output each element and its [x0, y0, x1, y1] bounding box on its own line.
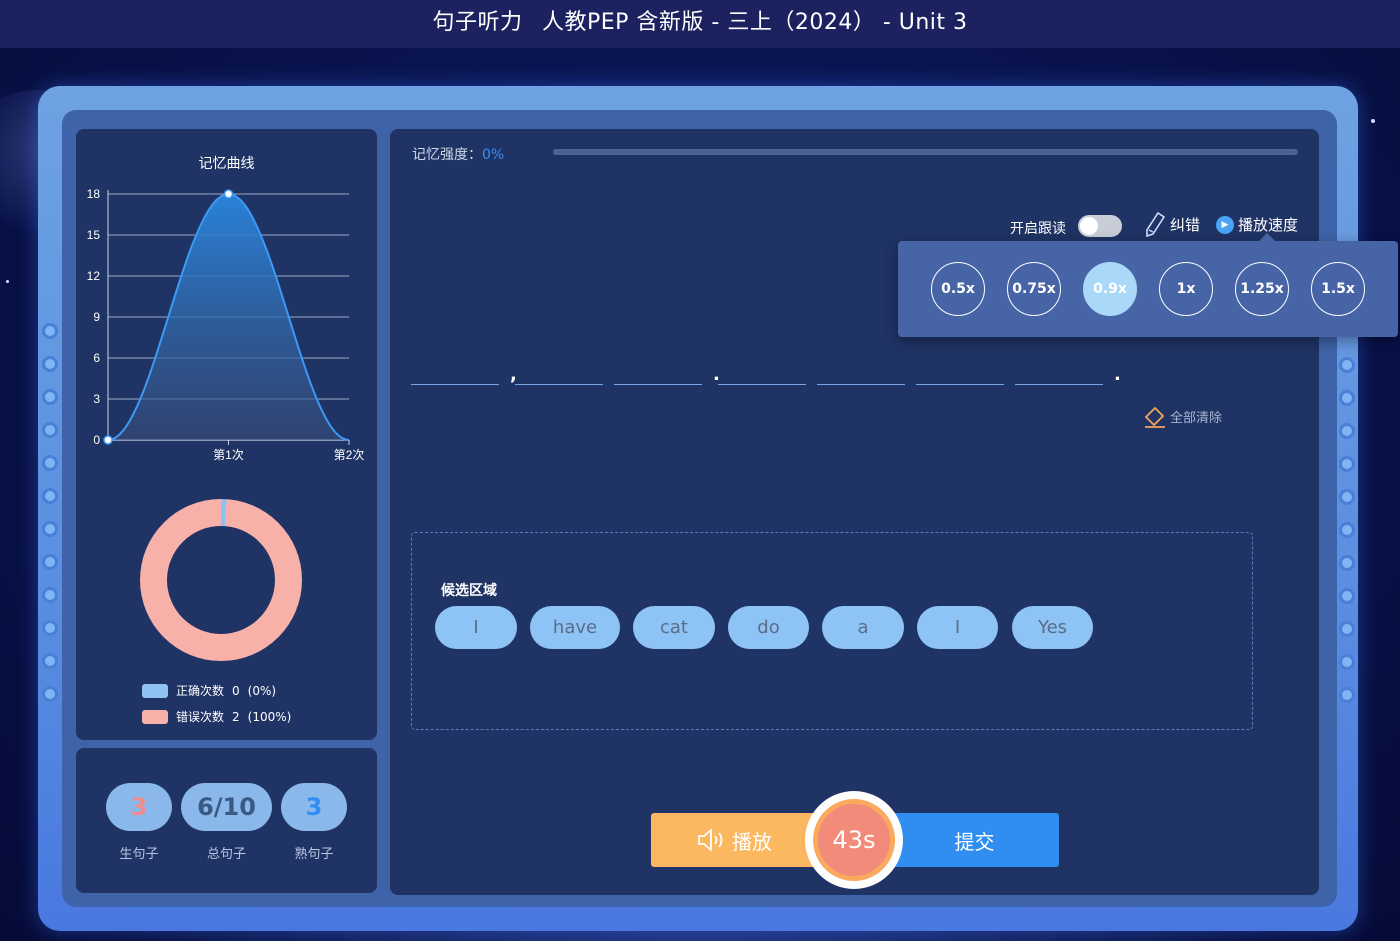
legend-wrong: 错误次数 2 (100%) [142, 708, 291, 725]
y-tick-label: 18 [87, 187, 101, 201]
data-point [103, 435, 113, 445]
new-sentence-label: 生句子 [119, 847, 159, 862]
y-tick-label: 9 [93, 310, 100, 324]
clear-all-button[interactable]: 全部清除 [1143, 403, 1222, 429]
memory-strength-label: 记忆强度： [412, 147, 482, 163]
word-blank[interactable] [614, 384, 702, 385]
star-decoration [1371, 119, 1375, 123]
countdown-timer: 43s [813, 799, 895, 881]
follow-read-label: 开启跟读 [1010, 221, 1066, 237]
word-blank[interactable] [411, 384, 499, 385]
candidate-word-chip[interactable]: I [435, 606, 517, 649]
toggle-knob [1080, 217, 1098, 235]
play-speed-icon: ▶ [1216, 215, 1234, 234]
correction-label: 纠错 [1170, 215, 1201, 234]
eraser-icon [1144, 406, 1165, 428]
y-tick-label: 12 [87, 269, 101, 283]
speaker-icon [698, 829, 723, 851]
total-sentence-count: 6/10 [181, 783, 272, 831]
candidate-word-chip[interactable]: cat [633, 606, 715, 649]
unit-subtitle: 人教PEP 含新版 - 三上（2024） - Unit 3 [541, 10, 968, 35]
memory-curve-chart: 18 15 12 9 6 3 0 第1次 第2次 [87, 187, 365, 462]
word-blank[interactable] [817, 384, 905, 385]
word-blank[interactable] [916, 384, 1004, 385]
correct-swatch [142, 683, 168, 698]
correction-button[interactable]: 纠错 [1143, 210, 1200, 238]
play-label: 播放 [732, 829, 772, 854]
word-blank[interactable] [718, 384, 806, 385]
new-sentence-count: 3 [106, 783, 172, 831]
speed-option[interactable]: 0.5x [931, 262, 985, 316]
play-button[interactable]: 播放 [651, 813, 821, 867]
wrong-percent: (100%) [247, 709, 292, 724]
known-sentence-label: 熟句子 [294, 847, 334, 862]
speed-option[interactable]: 0.75x [1007, 262, 1061, 316]
candidate-area-title: 候选区域 [441, 583, 497, 599]
y-tick-label: 0 [93, 433, 100, 447]
y-tick-label: 6 [93, 351, 100, 365]
submit-button[interactable]: 提交 [890, 813, 1059, 867]
candidate-word-chip[interactable]: have [530, 606, 620, 649]
memory-strength: 记忆强度：0% [412, 144, 504, 164]
known-sentence-count: 3 [281, 783, 347, 831]
word-blank[interactable] [1015, 384, 1103, 385]
speed-option[interactable]: 1.25x [1235, 262, 1289, 316]
pencil-icon [1146, 211, 1166, 238]
punctuation: , [510, 364, 517, 385]
speed-option[interactable]: 1.5x [1311, 262, 1365, 316]
accuracy-donut-chart [140, 499, 302, 661]
punctuation: . [713, 364, 720, 385]
speed-option[interactable]: 0.9x [1083, 262, 1137, 316]
punctuation: . [1114, 364, 1121, 385]
x-tick-label: 第1次 [213, 448, 244, 462]
speed-option[interactable]: 1x [1159, 262, 1213, 316]
correct-percent: (0%) [247, 683, 277, 698]
wrong-count: 2 [232, 709, 240, 724]
candidate-word-chip[interactable]: a [822, 606, 904, 649]
wrong-swatch [142, 709, 168, 724]
y-tick-label: 15 [87, 228, 101, 242]
correct-label: 正确次数 [176, 684, 225, 698]
candidate-word-chip[interactable]: Yes [1012, 606, 1093, 649]
total-sentence-label: 总句子 [206, 847, 246, 862]
x-tick-label: 第2次 [334, 448, 365, 462]
candidate-word-chip[interactable]: do [728, 606, 809, 649]
word-blank[interactable] [515, 384, 603, 385]
speed-label: 播放速度 [1238, 216, 1299, 234]
follow-read-toggle[interactable] [1078, 215, 1122, 237]
candidate-word-chip[interactable]: I [917, 606, 998, 649]
submit-label: 提交 [954, 829, 995, 854]
donut-hole [167, 526, 275, 634]
correct-count: 0 [232, 683, 240, 698]
memory-strength-value: 0% [482, 147, 505, 163]
app-title: 句子听力 [432, 10, 523, 35]
data-point [223, 189, 234, 199]
speed-button[interactable]: ▶ 播放速度 [1216, 214, 1298, 235]
wrong-label: 错误次数 [176, 710, 225, 724]
right-binding-holes [1339, 357, 1355, 703]
y-tick-label: 3 [93, 392, 100, 406]
clear-all-label: 全部清除 [1170, 410, 1223, 426]
legend-correct: 正确次数 0 (0%) [142, 682, 276, 699]
memory-strength-bar [553, 149, 1298, 155]
